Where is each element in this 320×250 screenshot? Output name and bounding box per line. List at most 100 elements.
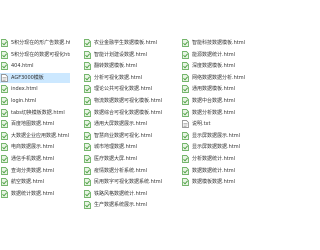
file-item[interactable]: 显示屏数据展示.html (181, 131, 250, 141)
file-item[interactable]: 民用数字可视化数据系统.html (83, 177, 171, 187)
file-item[interactable]: 智慧商业数据可视化.html (83, 131, 171, 141)
file-item[interactable]: 百度地图数据.html (0, 119, 70, 129)
html-file-icon (1, 85, 8, 94)
file-name: login.html (11, 98, 37, 104)
file-item[interactable]: 网络数据数据分析.html (181, 73, 250, 83)
html-file-icon (84, 131, 91, 140)
file-item[interactable]: 数据统计数据.html (0, 189, 70, 199)
file-name: 数据模板数据.html (192, 179, 235, 186)
html-file-icon (182, 108, 189, 117)
html-file-icon (182, 39, 189, 47)
html-file-icon (1, 62, 8, 71)
html-file-icon (1, 39, 8, 47)
file-item[interactable]: 生产数据系统展示.html (83, 200, 171, 210)
file-name: 网络数据数据分析.html (192, 74, 245, 81)
html-file-icon (1, 108, 8, 117)
file-item[interactable]: index.html (0, 84, 70, 94)
file-item[interactable]: 物流数据数据可视化模板.html (83, 96, 171, 106)
file-item[interactable]: 5积分现在的数据可视化html (0, 50, 70, 60)
file-name: 显示屏数据展示.html (192, 132, 240, 139)
file-item[interactable]: 城市地理数据.html (83, 142, 171, 152)
file-item[interactable]: 分析可视化数据.html (83, 73, 171, 83)
file-item[interactable]: 智能科技数据模板.html (181, 38, 250, 48)
file-item[interactable]: 农业金融学生数据模板.html (83, 38, 171, 48)
file-item[interactable]: 数据综合可视化数据模板.html (83, 108, 171, 118)
file-item[interactable]: 理论公共可视化数据.html (83, 84, 171, 94)
file-item[interactable]: 数据中台数据.html (181, 96, 250, 106)
file-name: 查询分类数据.html (11, 167, 54, 174)
file-name: 疫情数据分析系统.html (94, 167, 147, 174)
file-item[interactable]: 能源数据统计.html (181, 50, 250, 60)
file-item[interactable]: 通信手机数据.html (0, 154, 70, 164)
html-file-icon (1, 155, 8, 163)
html-file-icon (84, 155, 91, 163)
file-name: 农业金融学生数据模板.html (94, 40, 157, 46)
file-name: 通用大屏数据展示.html (94, 121, 147, 128)
file-item[interactable]: 5积分现在的形广告数据.html (0, 38, 70, 48)
file-name: 深度数据模板.html (192, 63, 235, 70)
file-item[interactable]: 数据分析数据.html (181, 108, 250, 118)
file-item[interactable]: login.html (0, 96, 70, 106)
file-item[interactable]: 航空数据.html (0, 177, 70, 187)
file-name: 航空数据.html (11, 179, 44, 186)
file-item[interactable]: 数据模板数据.html (181, 177, 250, 187)
file-name: 智慧商业数据可视化.html (94, 132, 152, 139)
text-file-icon (1, 73, 8, 82)
file-item[interactable]: 通用大屏数据展示.html (83, 119, 171, 129)
html-file-icon (84, 166, 91, 175)
file-item[interactable]: 分析数据统计.html (181, 154, 250, 164)
html-file-icon (84, 189, 91, 198)
file-name: 分析数据统计.html (192, 156, 235, 162)
file-name: 5积分现在的形广告数据.html (11, 40, 70, 46)
file-name: 物流数据数据可视化模板.html (94, 98, 162, 104)
file-item[interactable]: 医疗数据大屏.html (83, 154, 171, 164)
file-item[interactable]: 铁路风格数据统计.html (83, 189, 171, 199)
text-file-icon (182, 120, 189, 129)
file-name: AGF3000模板 (11, 74, 44, 81)
file-name: 能源数据统计.html (192, 51, 235, 58)
html-file-icon (182, 85, 189, 94)
file-item[interactable]: 深度数据模板.html (181, 61, 250, 71)
file-name: 城市地理数据.html (94, 144, 137, 151)
file-item[interactable]: 大数据企业应用数据.html (0, 131, 70, 141)
file-name: 医疗数据大屏.html (94, 156, 137, 162)
file-name: 5积分现在的数据可视化html (11, 51, 70, 58)
file-item[interactable]: 翻转数据模板.html (83, 61, 171, 71)
html-file-icon (84, 178, 91, 187)
file-name: 404.html (11, 63, 34, 70)
html-file-icon (1, 189, 8, 198)
html-file-icon (182, 62, 189, 71)
file-name: 数据中台数据.html (192, 98, 235, 104)
file-item[interactable]: 数据数据统计.html (181, 166, 250, 176)
file-item[interactable]: 电商数据展示.html (0, 142, 70, 152)
file-item[interactable]: 404.html (0, 61, 70, 71)
html-file-icon (182, 166, 189, 175)
file-name: 电商数据展示.html (11, 144, 54, 151)
html-file-icon (182, 73, 189, 82)
html-file-icon (1, 97, 8, 105)
file-item[interactable]: 显示屏数据数据.html (181, 142, 250, 152)
file-name: 翻转数据模板.html (94, 63, 137, 70)
file-item[interactable]: 查询分类数据.html (0, 166, 70, 176)
file-name: 智能科技数据模板.html (192, 40, 245, 46)
file-item[interactable]: 智能计划建设数据.html (83, 50, 171, 60)
file-item[interactable]: tabs切换模板数据.html (0, 108, 70, 118)
file-item[interactable]: 疫情数据分析系统.html (83, 166, 171, 176)
html-file-icon (182, 155, 189, 163)
html-file-icon (1, 166, 8, 175)
file-name: 通用数据模板.html (192, 86, 235, 93)
file-item[interactable]: AGF3000模板 (0, 72, 70, 83)
html-file-icon (182, 97, 189, 105)
html-file-icon (182, 178, 189, 187)
file-item[interactable]: 说明.txt (181, 119, 250, 129)
file-item[interactable]: 通用数据模板.html (181, 84, 250, 94)
html-file-icon (84, 97, 91, 105)
file-name: index.html (11, 86, 38, 93)
html-file-icon (84, 108, 91, 117)
html-file-icon (182, 131, 189, 140)
file-name: 智能计划建设数据.html (94, 51, 147, 58)
file-name: 分析可视化数据.html (94, 74, 142, 81)
file-name: 数据分析数据.html (192, 109, 235, 116)
file-name: 数据统计数据.html (11, 190, 54, 197)
file-list: 5积分现在的形广告数据.html 5积分现在的数据可视化html 404.html A… (0, 0, 250, 250)
